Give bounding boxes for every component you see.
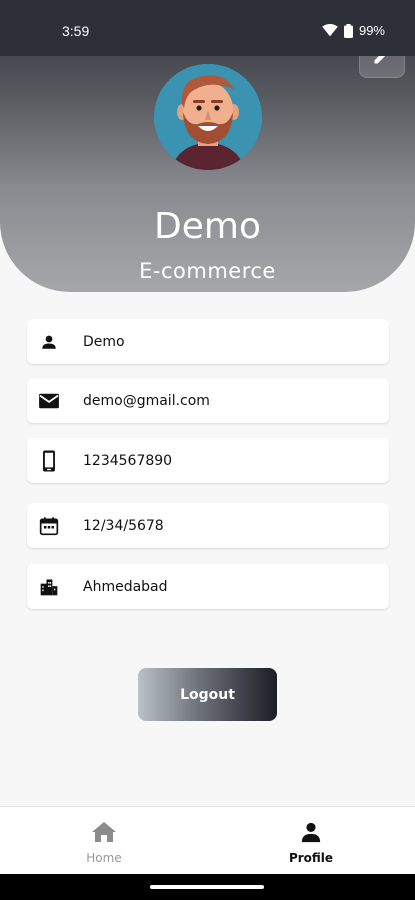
email-field[interactable]: demo@gmail.com <box>27 378 389 423</box>
logout-button[interactable]: Logout <box>138 668 277 721</box>
mail-icon <box>38 390 60 412</box>
nav-label-home: Home <box>86 851 122 865</box>
status-icons: 99% <box>322 23 385 38</box>
phone-icon <box>38 449 60 472</box>
name-field[interactable]: Demo <box>27 319 389 364</box>
avatar <box>154 64 262 170</box>
city-field[interactable]: Ahmedabad <box>27 564 389 609</box>
status-bar: 3:59 99% <box>0 0 415 56</box>
battery-icon <box>343 23 353 38</box>
nav-item-profile[interactable]: Profile <box>211 807 411 875</box>
name-value: Demo <box>83 333 125 350</box>
nav-item-home[interactable]: Home <box>4 807 204 875</box>
battery-level: 99% <box>358 23 385 38</box>
date-value: 12/34/5678 <box>83 517 164 534</box>
gesture-handle[interactable] <box>150 885 264 889</box>
person-icon <box>38 331 60 353</box>
person-icon <box>300 819 322 845</box>
date-field[interactable]: 12/34/5678 <box>27 503 389 548</box>
email-value: demo@gmail.com <box>83 392 210 409</box>
calendar-icon <box>38 515 60 537</box>
system-gesture-area <box>0 874 415 900</box>
profile-name: Demo <box>154 206 261 247</box>
profile-subtitle: E-commerce <box>139 259 276 283</box>
nav-label-profile: Profile <box>288 851 334 865</box>
city-icon <box>38 576 60 598</box>
home-icon <box>91 819 117 845</box>
bottom-navigation: Home Profile <box>0 806 415 874</box>
phone-value: 1234567890 <box>83 452 173 469</box>
status-time: 3:59 <box>62 23 90 39</box>
wifi-icon <box>322 24 338 37</box>
city-value: Ahmedabad <box>83 578 168 595</box>
phone-field[interactable]: 1234567890 <box>27 438 389 483</box>
